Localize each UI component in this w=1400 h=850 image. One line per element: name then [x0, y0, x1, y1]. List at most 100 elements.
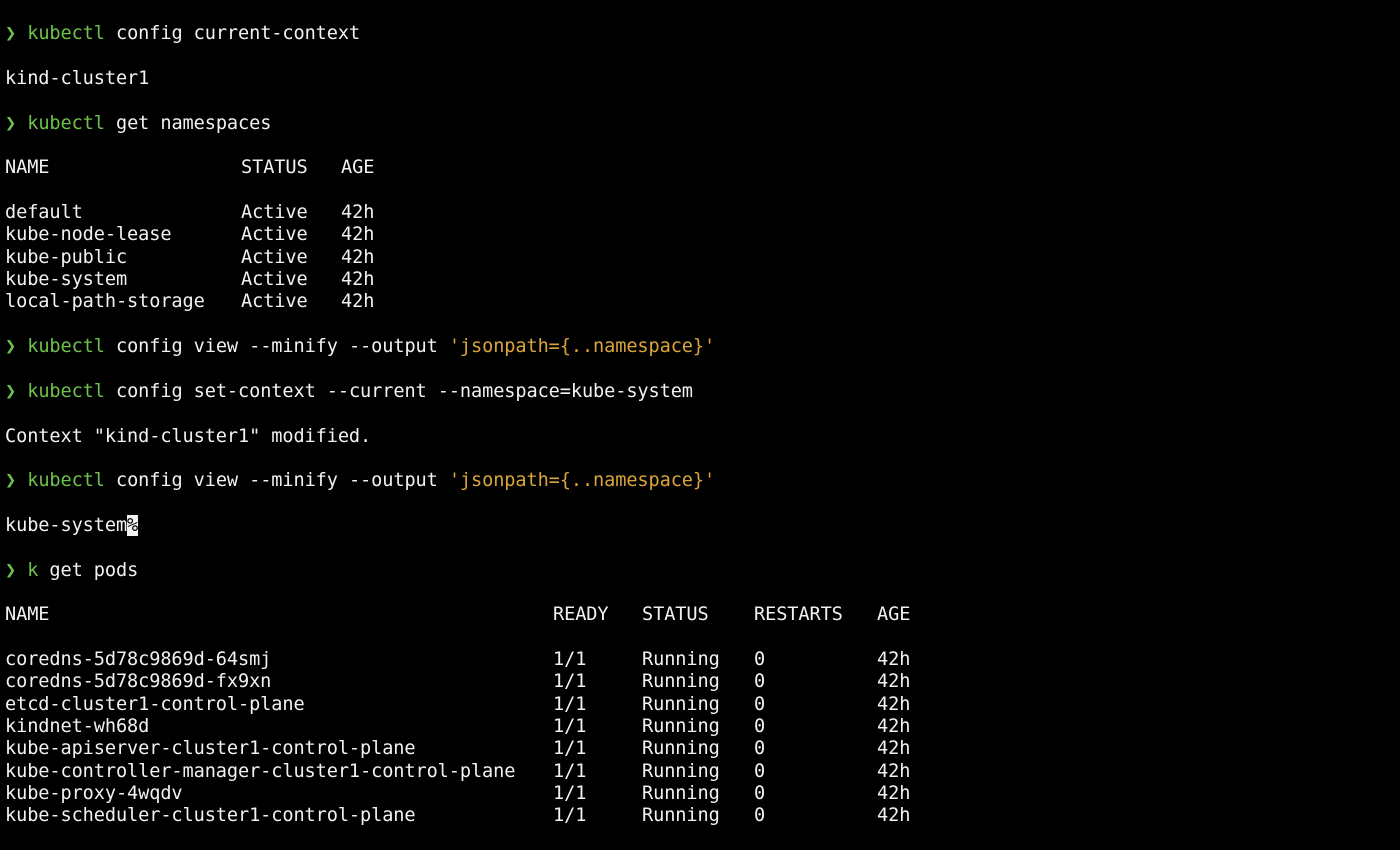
namespace-age: 42h [341, 269, 375, 291]
command-line: ❯ k get pods [5, 560, 1400, 582]
header-restarts: RESTARTS [754, 604, 843, 626]
command-line: ❯ kubectl config view --minify --output … [5, 470, 1400, 492]
command-name: k [27, 559, 39, 581]
pod-status: Running [642, 716, 720, 737]
pod-ready: 1/1 [553, 693, 587, 715]
command-args: config view --minify --output [104, 470, 449, 492]
pod-age: 42h [877, 738, 911, 760]
command-string: 'jsonpath={..namespace}' [448, 470, 716, 492]
terminal-output[interactable]: ❯ kubectl config current-context kind-cl… [0, 0, 1400, 850]
pod-name: kindnet-wh68d [5, 716, 150, 737]
output-line: kind-cluster1 [5, 68, 150, 90]
command-name: kubectl [27, 112, 105, 134]
pod-status: Running [642, 760, 720, 782]
pod-name: coredns-5d78c9869d-64smj [5, 648, 272, 670]
header-status: STATUS [241, 157, 308, 179]
pod-name: kube-controller-manager-cluster1-control… [5, 760, 516, 782]
pod-restarts: 0 [754, 738, 766, 760]
command-args: get pods [38, 559, 139, 581]
command-args: config set-context --current --namespace… [104, 380, 693, 402]
pod-ready: 1/1 [553, 760, 587, 782]
namespace-name: kube-public [5, 246, 128, 268]
pod-row: coredns-5d78c9869d-fx9xn 1/1 Running 0 42h [5, 671, 1400, 693]
pod-ready: 1/1 [553, 805, 587, 827]
pod-age: 42h [877, 693, 911, 715]
pod-status: Running [642, 671, 720, 693]
namespace-status: Active [241, 291, 308, 313]
chevron-right-icon: ❯ [5, 336, 17, 358]
output-line: Context "kind-cluster1" modified. [5, 425, 372, 447]
pod-ready: 1/1 [553, 648, 587, 670]
pod-restarts: 0 [754, 671, 766, 693]
pod-name: coredns-5d78c9869d-fx9xn [5, 671, 272, 693]
namespace-status: Active [241, 224, 308, 246]
pod-ready: 1/1 [553, 783, 587, 805]
pod-restarts: 0 [754, 760, 766, 782]
command-name: kubectl [27, 470, 105, 492]
namespace-table-header: NAME STATUS AGE [5, 157, 1400, 179]
chevron-right-icon: ❯ [5, 112, 17, 134]
pod-age: 42h [877, 805, 911, 827]
pod-age: 42h [877, 783, 911, 805]
pod-row: kube-controller-manager-cluster1-control… [5, 761, 1400, 783]
namespace-status: Active [241, 269, 308, 291]
namespace-age: 42h [341, 291, 375, 313]
pod-age: 42h [877, 716, 911, 737]
command-args: get namespaces [104, 112, 272, 134]
namespace-status: Active [241, 202, 308, 224]
namespace-row: kube-system Active 42h [5, 269, 1400, 291]
header-age: AGE [877, 604, 911, 626]
pod-status: Running [642, 805, 720, 827]
pod-age: 42h [877, 760, 911, 782]
header-name: NAME [5, 604, 50, 626]
pod-restarts: 0 [754, 783, 766, 805]
pod-ready: 1/1 [553, 738, 587, 760]
pod-name: kube-scheduler-cluster1-control-plane [5, 805, 416, 827]
pod-ready: 1/1 [553, 716, 587, 737]
output-line: kube-system% [5, 514, 1400, 537]
namespace-name: kube-system [5, 269, 128, 291]
pod-name: kube-proxy-4wqdv [5, 783, 183, 805]
header-status: STATUS [642, 604, 709, 626]
namespace-row: default Active 42h [5, 202, 1400, 224]
pod-restarts: 0 [754, 805, 766, 827]
cursor-marker: % [127, 514, 139, 536]
pod-restarts: 0 [754, 648, 766, 670]
pod-restarts: 0 [754, 693, 766, 715]
namespace-age: 42h [341, 224, 375, 246]
command-line: ❯ kubectl config set-context --current -… [5, 381, 1400, 403]
chevron-right-icon: ❯ [5, 23, 17, 45]
namespace-name: kube-node-lease [5, 224, 172, 246]
pods-table-header: NAME READY STATUS RESTARTS AGE [5, 604, 1400, 626]
pod-status: Running [642, 693, 720, 715]
pod-age: 42h [877, 648, 911, 670]
namespace-age: 42h [341, 246, 375, 268]
pod-status: Running [642, 648, 720, 670]
header-ready: READY [553, 604, 609, 626]
namespace-row: kube-public Active 42h [5, 247, 1400, 269]
pod-row: coredns-5d78c9869d-64smj 1/1 Running 0 42h [5, 649, 1400, 671]
namespace-row: kube-node-lease Active 42h [5, 224, 1400, 246]
pod-name: kube-apiserver-cluster1-control-plane [5, 738, 416, 760]
pod-row: kindnet-wh68d 1/1 Running 0 42h [5, 716, 1400, 738]
pod-row: etcd-cluster1-control-plane 1/1 Running 0 42… [5, 694, 1400, 716]
namespace-name: local-path-storage [5, 291, 205, 313]
chevron-right-icon: ❯ [5, 559, 17, 581]
pod-restarts: 0 [754, 716, 766, 737]
namespace-status: Active [241, 246, 308, 268]
pod-age: 42h [877, 671, 911, 693]
command-string: 'jsonpath={..namespace}' [448, 336, 716, 358]
pod-row: kube-proxy-4wqdv 1/1 Running 0 42h [5, 783, 1400, 805]
namespace-age: 42h [341, 202, 375, 224]
command-args: config view --minify --output [104, 336, 449, 358]
pod-status: Running [642, 783, 720, 805]
pod-ready: 1/1 [553, 671, 587, 693]
pod-row: kube-scheduler-cluster1-control-plane 1/1… [5, 805, 1400, 827]
pod-name: etcd-cluster1-control-plane [5, 693, 305, 715]
command-args: config current-context [104, 23, 361, 45]
command-name: kubectl [27, 336, 105, 358]
command-line: ❯ kubectl get namespaces [5, 113, 1400, 135]
header-name: NAME [5, 157, 50, 179]
output-text: kube-system [5, 514, 128, 536]
command-name: kubectl [27, 23, 105, 45]
